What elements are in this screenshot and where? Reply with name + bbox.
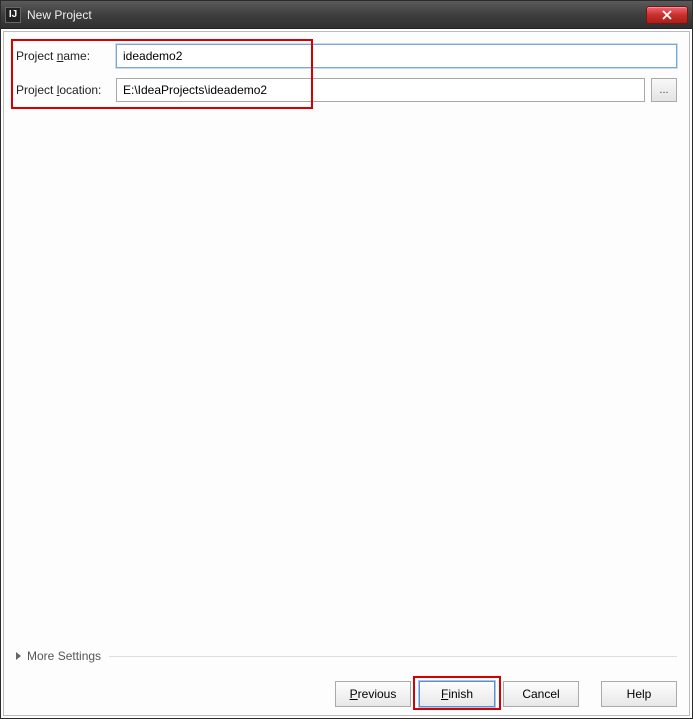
window-title: New Project — [27, 8, 92, 22]
project-location-input[interactable] — [116, 78, 645, 102]
previous-button[interactable]: Previous — [335, 681, 411, 707]
cancel-button[interactable]: Cancel — [503, 681, 579, 707]
chevron-right-icon — [16, 652, 21, 660]
project-name-label: Project name: — [16, 49, 116, 63]
dialog-content: Project name: Project location: ... More… — [3, 31, 690, 716]
more-settings-label: More Settings — [27, 649, 101, 663]
titlebar: IJ New Project — [1, 1, 692, 29]
label-text: Mor — [27, 649, 48, 663]
app-icon: IJ — [5, 7, 21, 23]
label-text: ocation: — [59, 83, 101, 97]
close-icon — [661, 10, 673, 20]
label-text: ame: — [63, 49, 90, 63]
form-area: Project name: Project location: ... — [16, 44, 677, 112]
project-location-label: Project location: — [16, 83, 116, 97]
btn-text: inish — [448, 687, 473, 701]
label-text: Project — [16, 49, 57, 63]
help-button[interactable]: Help — [601, 681, 677, 707]
close-button[interactable] — [646, 6, 688, 24]
separator-line — [109, 656, 677, 657]
more-settings-toggle[interactable]: More Settings — [16, 649, 677, 663]
content-filler — [16, 112, 677, 649]
project-name-row: Project name: — [16, 44, 677, 68]
label-text: Project — [16, 83, 57, 97]
btn-mnemonic: P — [350, 687, 358, 701]
project-name-input[interactable] — [116, 44, 677, 68]
new-project-dialog: IJ New Project Project name: Project loc… — [0, 0, 693, 719]
finish-button[interactable]: Finish — [419, 681, 495, 707]
btn-text: revious — [358, 687, 397, 701]
button-bar: Previous Finish Cancel Help — [16, 673, 677, 707]
browse-button[interactable]: ... — [651, 78, 677, 102]
project-location-row: Project location: ... — [16, 78, 677, 102]
label-text: Settings — [54, 649, 101, 663]
